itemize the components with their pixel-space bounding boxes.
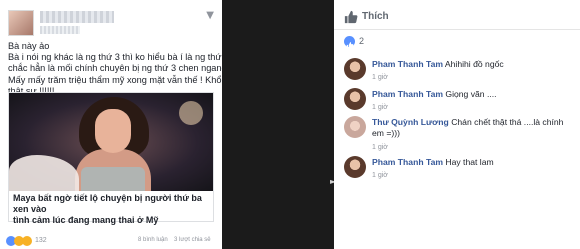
facebook-post: ▼ Bà này ảo Bà i nói ng khác là ng thứ 3… xyxy=(0,0,256,249)
comment-timestamp[interactable]: 1 giờ xyxy=(372,104,388,111)
chevron-down-icon[interactable]: ▼ xyxy=(206,10,214,21)
comment-author[interactable]: Pham Thanh Tam xyxy=(372,89,443,99)
dark-background: ► xyxy=(222,0,336,249)
poster-avatar[interactable] xyxy=(8,10,34,36)
stage-light xyxy=(179,101,203,125)
like-label: Thích xyxy=(362,11,389,22)
post-text: Bà này ảo Bà i nói ng khác là ng thứ 3 t… xyxy=(8,41,256,97)
reactions-count[interactable]: 132 xyxy=(35,237,47,244)
comments-panel: Thích 2 Pham Thanh Tam Ahihihi đồ ngốc 1… xyxy=(334,0,580,249)
post-text-line: Bà i nói ng khác là ng thứ 3 thì ko hiểu… xyxy=(8,52,256,63)
like-count: 2 xyxy=(359,36,365,46)
comment-timestamp[interactable]: 1 giờ xyxy=(372,74,388,81)
comment-timestamp[interactable]: 1 giờ xyxy=(372,144,388,151)
like-reaction-icon xyxy=(344,36,355,49)
post-text-line: Mấy mấy trăm triệu thẩm mỹ xong mặt vẫn … xyxy=(8,74,240,85)
comment-content: Pham Thanh Tam Giọng vãn .... xyxy=(372,89,572,100)
reactions-summary[interactable]: 132 8 bình luận 3 lượt chia sẻ xyxy=(6,236,218,248)
photo-face xyxy=(95,109,131,153)
commenter-avatar[interactable] xyxy=(344,156,366,178)
link-title-line: Maya bất ngờ tiết lộ chuyện bị người thứ… xyxy=(13,193,202,214)
commenter-avatar[interactable] xyxy=(344,116,366,138)
comment-author[interactable]: Thư Quỳnh Lương xyxy=(372,117,449,127)
comment-author[interactable]: Pham Thanh Tam xyxy=(372,157,443,167)
shares-count[interactable]: 3 lượt chia sẻ xyxy=(174,237,211,243)
comment-text: Ahihihi đồ ngốc xyxy=(444,59,504,69)
photo-flowers xyxy=(9,155,79,191)
post-header: ▼ xyxy=(6,6,216,40)
photo-dress xyxy=(81,167,145,191)
wow-reaction-icon xyxy=(22,236,32,246)
comment-timestamp[interactable]: 1 giờ xyxy=(372,172,388,179)
comment-content: Pham Thanh Tam Ahihihi đồ ngốc xyxy=(372,59,572,70)
poster-name-blurred[interactable] xyxy=(40,11,114,23)
link-title[interactable]: Maya bất ngờ tiết lộ chuyện bị người thứ… xyxy=(13,193,211,225)
commenter-avatar[interactable] xyxy=(344,88,366,110)
comment-text: Giọng vãn .... xyxy=(445,89,497,99)
comments-count[interactable]: 8 bình luận xyxy=(138,237,168,243)
shared-link-card[interactable]: Maya bất ngờ tiết lộ chuyện bị người thứ… xyxy=(8,92,214,225)
post-text-line: chắc hẳn là mối chính chuyên bị ng thứ 3… xyxy=(8,63,241,74)
link-title-line: tình cảm lúc đang mang thai ở Mỹ xyxy=(13,214,159,225)
post-timestamp-blurred xyxy=(40,26,80,34)
divider xyxy=(334,29,580,30)
post-text-line: Bà này ảo xyxy=(8,41,50,51)
comment-author[interactable]: Pham Thanh Tam xyxy=(372,59,443,69)
comment-text: Hay that lam xyxy=(445,157,494,167)
link-preview-image[interactable] xyxy=(9,93,213,191)
comment-content: Pham Thanh Tam Hay that lam xyxy=(372,157,572,168)
commenter-avatar[interactable] xyxy=(344,58,366,80)
thumbs-up-icon xyxy=(344,10,358,24)
comment-content: Thư Quỳnh Lương Chán chết thật thá ....l… xyxy=(372,117,572,138)
